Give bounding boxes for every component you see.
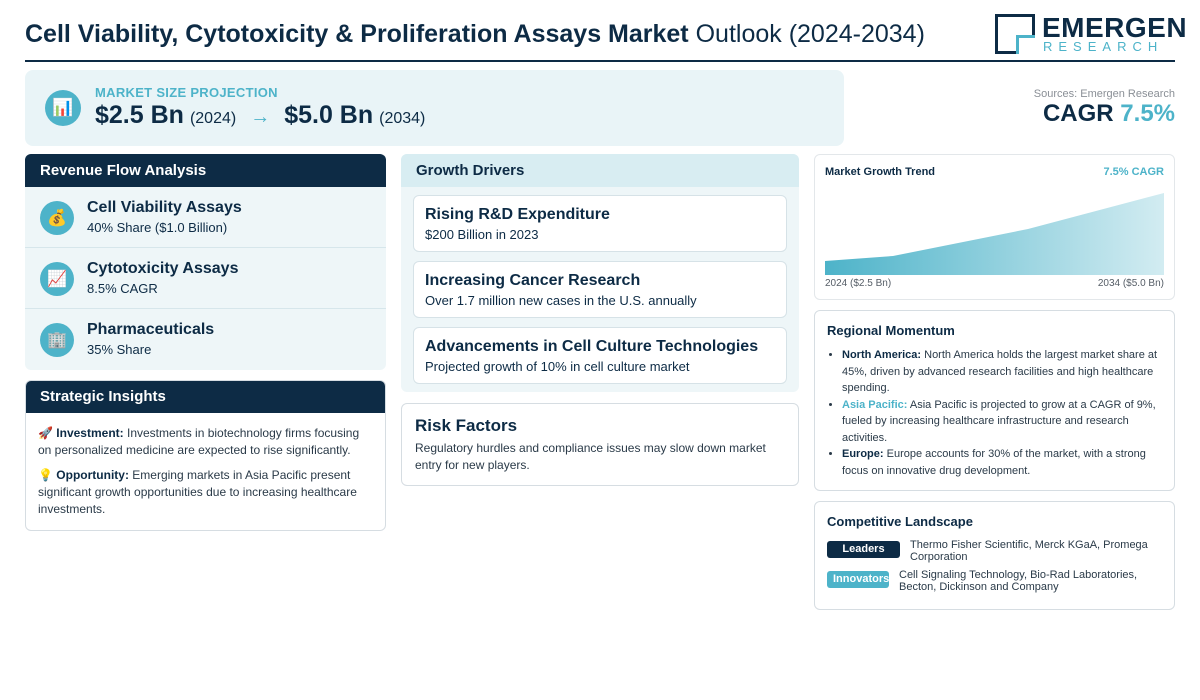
start-value: $2.5 Bn [95, 101, 184, 129]
arrow-icon: → [250, 106, 271, 128]
growth-drivers-title: Growth Drivers [401, 154, 799, 187]
logo-mark [995, 14, 1035, 54]
cagr-headline: CAGR 7.5% [1043, 100, 1175, 128]
driver-item: Increasing Cancer Research Over 1.7 mill… [413, 261, 787, 318]
regional-momentum-card: Regional Momentum North America: North A… [814, 310, 1175, 491]
title-bold: Cell Viability, Cytotoxicity & Prolifera… [25, 20, 689, 48]
revenue-item: 💰 Cell Viability Assays 40% Share ($1.0 … [25, 187, 386, 248]
trend-title: Market Growth Trend [825, 166, 936, 178]
insight-opportunity: 💡 Opportunity: Emerging markets in Asia … [38, 467, 373, 518]
revenue-item: 📈 Cytotoxicity Assays 8.5% CAGR [25, 248, 386, 309]
driver-title: Rising R&D Expenditure [425, 206, 610, 223]
revenue-item-title: Cell Viability Assays [87, 199, 242, 216]
cagr-value: 7.5% [1120, 100, 1175, 127]
risk-factors-text: Regulatory hurdles and compliance issues… [415, 441, 766, 472]
driver-item: Rising R&D Expenditure $200 Billion in 2… [413, 195, 787, 252]
sources-note: Sources: Emergen Research [1033, 88, 1175, 100]
leaders-badge: Leaders [827, 541, 900, 558]
risk-factors-card: Risk Factors Regulatory hurdles and comp… [401, 403, 799, 486]
region-label: North America: [842, 349, 922, 361]
region-item: Asia Pacific: Asia Pacific is projected … [842, 397, 1164, 447]
logo-sub: RESEARCH [1043, 39, 1164, 54]
region-list: North America: North America holds the l… [842, 347, 1164, 479]
trend-up-icon: 📈 [40, 262, 74, 296]
driver-item: Advancements in Cell Culture Technologie… [413, 327, 787, 384]
trend-cagr: 7.5% CAGR [1103, 166, 1164, 178]
driver-title: Increasing Cancer Research [425, 272, 641, 289]
revenue-item: 🏢 Pharmaceuticals 35% Share [25, 309, 386, 370]
money-bag-icon: 💰 [40, 201, 74, 235]
revenue-item-sub: 40% Share ($1.0 Billion) [87, 220, 228, 235]
market-growth-trend-card: Market Growth Trend 7.5% CAGR 2024 ($2.5… [814, 154, 1175, 300]
region-label: Asia Pacific: [842, 398, 908, 411]
bar-chart-icon: 📊 [45, 90, 81, 126]
projection-values: $2.5 Bn (2024) → $5.0 Bn (2034) [95, 101, 425, 130]
insight-label: Investment: [56, 426, 124, 440]
growth-drivers-card: Growth Drivers Rising R&D Expenditure $2… [401, 154, 799, 392]
competitive-landscape-title: Competitive Landscape [827, 514, 973, 529]
trend-end-label: 2034 ($5.0 Bn) [1097, 278, 1164, 289]
emergen-logo: EMERGEN RESEARCH [995, 12, 1187, 56]
region-text: Europe accounts for 30% of the market, w… [842, 448, 1146, 477]
revenue-flow-card: Revenue Flow Analysis 💰 Cell Viability A… [25, 154, 386, 370]
region-item: North America: North America holds the l… [842, 347, 1164, 397]
region-item: Europe: Europe accounts for 30% of the m… [842, 446, 1164, 479]
start-year: (2024) [189, 110, 237, 127]
building-icon: 🏢 [40, 323, 74, 357]
page-header: Cell Viability, Cytotoxicity & Prolifera… [25, 10, 1187, 62]
competitor-text: Thermo Fisher Scientific, Merck KGaA, Pr… [910, 539, 1148, 563]
trend-start-label: 2024 ($2.5 Bn) [825, 278, 892, 289]
projection-label: MARKET SIZE PROJECTION [95, 85, 278, 100]
driver-sub: Over 1.7 million new cases in the U.S. a… [425, 293, 697, 308]
competitor-text: Cell Signaling Technology, Bio-Rad Labor… [899, 569, 1138, 593]
page-title: Cell Viability, Cytotoxicity & Prolifera… [25, 20, 925, 49]
region-label: Europe: [842, 448, 884, 460]
revenue-item-sub: 35% Share [87, 342, 152, 357]
trend-area [825, 193, 1164, 275]
insight-investment: 🚀 Investment: Investments in biotechnolo… [38, 425, 373, 459]
competitive-landscape-card: Competitive Landscape Leaders Thermo Fis… [814, 501, 1175, 610]
risk-factors-title: Risk Factors [415, 416, 518, 435]
title-light: Outlook (2024-2034) [695, 20, 925, 48]
end-year: (2034) [379, 110, 426, 127]
end-value: $5.0 Bn [284, 101, 374, 129]
insight-label: Opportunity: [56, 468, 129, 482]
cagr-label: CAGR [1042, 100, 1114, 127]
lightbulb-icon: 💡 [38, 468, 53, 482]
revenue-item-title: Pharmaceuticals [87, 321, 215, 338]
revenue-item-title: Cytotoxicity Assays [87, 260, 239, 277]
regional-momentum-title: Regional Momentum [827, 323, 955, 338]
market-size-projection: 📊 MARKET SIZE PROJECTION $2.5 Bn (2024) → $… [25, 70, 844, 146]
innovators-badge: Innovators [827, 571, 889, 588]
trend-area-chart [825, 193, 1164, 275]
revenue-flow-title: Revenue Flow Analysis [25, 154, 386, 187]
driver-sub: $200 Billion in 2023 [425, 227, 539, 242]
revenue-item-sub: 8.5% CAGR [87, 281, 158, 296]
strategic-insights-title: Strategic Insights [26, 381, 385, 413]
rocket-icon: 🚀 [38, 426, 53, 440]
driver-title: Advancements in Cell Culture Technologie… [425, 338, 759, 355]
strategic-insights-card: Strategic Insights 🚀 Investment: Investm… [25, 380, 386, 531]
driver-sub: Projected growth of 10% in cell culture … [425, 359, 690, 374]
